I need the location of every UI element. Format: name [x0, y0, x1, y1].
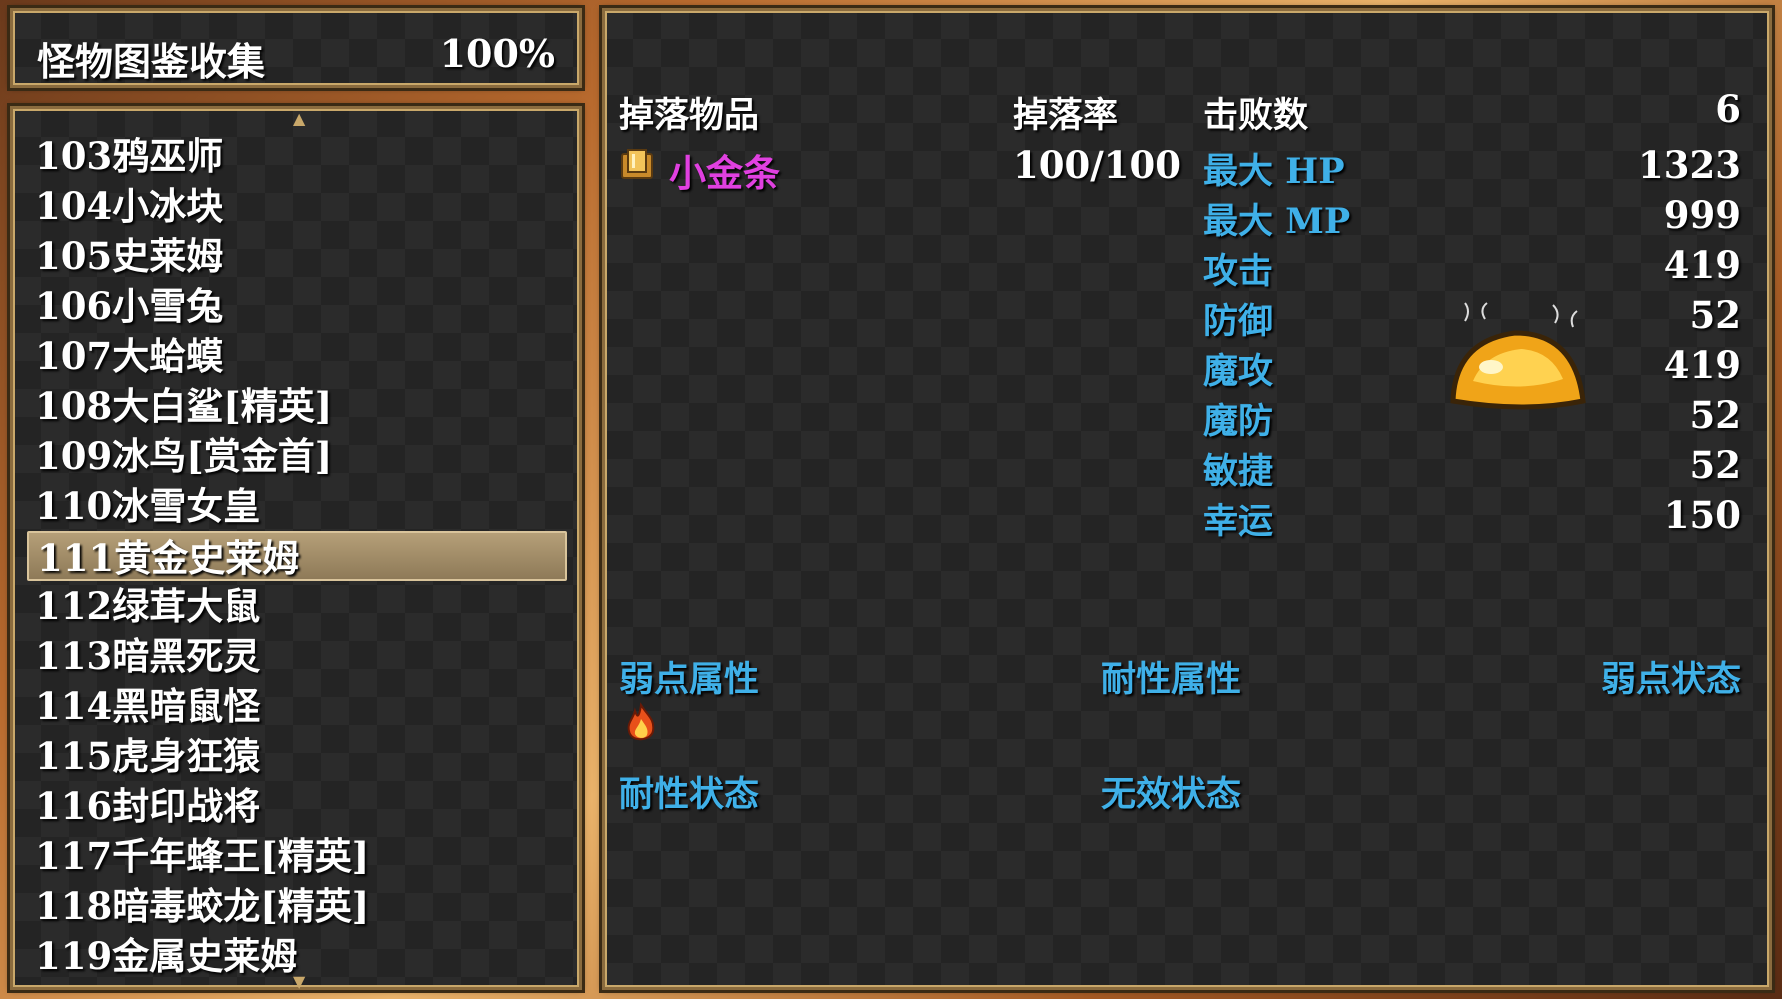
list-item[interactable]: 114黑暗鼠怪 — [27, 681, 567, 731]
list-item-selected[interactable]: 111黄金史莱姆 — [27, 531, 567, 581]
scroll-up-icon[interactable]: ▲ — [293, 109, 305, 128]
list-item[interactable]: 109冰鸟[赏金首] — [27, 431, 567, 481]
drop-rate-header: 掉落率 — [1013, 95, 1119, 136]
stat-value-defense: 52 — [1689, 293, 1742, 337]
list-item[interactable]: 117千年蜂王[精英] — [27, 831, 567, 881]
monster-list-panel[interactable]: ▲ 103鸦巫师 104小冰块 105史莱姆 106小雪兔 107大蛤蟆 108… — [7, 103, 585, 993]
stat-value-max-mp: 999 — [1663, 193, 1741, 237]
fire-icon — [627, 702, 655, 741]
stat-value-magic-defense: 52 — [1689, 393, 1742, 437]
list-item[interactable]: 105史莱姆 — [27, 231, 567, 281]
list-item[interactable]: 106小雪兔 — [27, 281, 567, 331]
list-item[interactable]: 118暗毒蛟龙[精英] — [27, 881, 567, 931]
stat-value-magic-attack: 419 — [1663, 343, 1741, 387]
list-item[interactable]: 104小冰块 — [27, 181, 567, 231]
list-item[interactable]: 103鸦巫师 — [27, 131, 567, 181]
resist-element-label: 耐性属性 — [1101, 659, 1242, 700]
drop-item-name: 小金条 — [669, 151, 780, 195]
weak-element-label: 弱点属性 — [619, 659, 760, 700]
list-item[interactable]: 113暗黑死灵 — [27, 631, 567, 681]
stat-value-agility: 52 — [1689, 443, 1742, 487]
drop-item-header: 掉落物品 — [619, 95, 760, 136]
immune-state-label: 无效状态 — [1101, 774, 1242, 815]
stat-label-agility: 敏捷 — [1203, 451, 1274, 492]
list-item[interactable]: 115虎身狂猿 — [27, 731, 567, 781]
weak-state-label: 弱点状态 — [1600, 659, 1741, 700]
completion-percent: 100% — [439, 31, 555, 76]
stat-label-max-mp: 最大 MP — [1203, 201, 1351, 242]
list-item[interactable]: 112绿茸大鼠 — [27, 581, 567, 631]
stat-label-magic-attack: 魔攻 — [1203, 351, 1274, 392]
list-item[interactable]: 108大白鲨[精英] — [27, 381, 567, 431]
defeat-count-header: 击败数 — [1203, 95, 1309, 136]
stat-value-max-hp: 1323 — [1638, 143, 1741, 187]
drop-item-rate: 100/100 — [1013, 143, 1181, 187]
stat-label-luck: 幸运 — [1203, 501, 1274, 542]
resist-state-label: 耐性状态 — [619, 774, 760, 815]
stat-value-attack: 419 — [1663, 243, 1741, 287]
list-item[interactable]: 116封印战将 — [27, 781, 567, 831]
stat-label-magic-defense: 魔防 — [1203, 401, 1274, 442]
list-item[interactable]: 110冰雪女皇 — [27, 481, 567, 531]
monster-detail-panel: 掉落物品 掉落率 击败数 6 小金条 100/100 最大 HP 1323 最大… — [599, 5, 1775, 993]
page-title: 怪物图鉴收集 — [37, 39, 266, 84]
stat-label-max-hp: 最大 HP — [1203, 151, 1345, 192]
golden-slime-sprite — [1450, 302, 1586, 410]
stat-value-luck: 150 — [1663, 493, 1741, 537]
collection-title-panel: 怪物图鉴收集 100% — [7, 5, 585, 91]
monster-list: 103鸦巫师 104小冰块 105史莱姆 106小雪兔 107大蛤蟆 108大白… — [27, 131, 567, 981]
defeat-count: 6 — [1715, 87, 1741, 131]
stat-label-attack: 攻击 — [1203, 251, 1274, 292]
scroll-down-icon[interactable]: ▼ — [293, 972, 305, 991]
stat-label-defense: 防御 — [1203, 301, 1274, 342]
gold-bar-icon — [621, 149, 653, 179]
list-item[interactable]: 107大蛤蟆 — [27, 331, 567, 381]
